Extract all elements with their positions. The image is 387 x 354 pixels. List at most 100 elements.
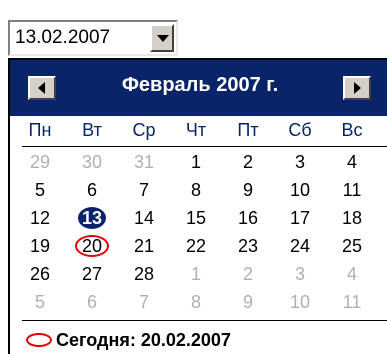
day-cell[interactable]: 7 bbox=[122, 289, 166, 315]
day-cell[interactable]: 3 bbox=[278, 261, 322, 287]
day-number: 17 bbox=[289, 208, 311, 228]
day-number: 21 bbox=[133, 236, 155, 256]
day-cell[interactable]: 9 bbox=[226, 177, 270, 203]
day-cell-today[interactable]: 20 bbox=[70, 233, 114, 259]
day-number: 24 bbox=[289, 236, 311, 256]
day-number: 16 bbox=[237, 208, 259, 228]
day-number: 11 bbox=[342, 180, 362, 200]
day-number: 2 bbox=[242, 264, 253, 284]
day-number: 11 bbox=[342, 292, 362, 312]
day-number: 7 bbox=[138, 180, 149, 200]
day-number: 15 bbox=[185, 208, 207, 228]
day-number: 20 bbox=[74, 235, 110, 257]
day-number: 4 bbox=[346, 152, 357, 172]
day-cell[interactable]: 7 bbox=[122, 177, 166, 203]
day-number: 10 bbox=[289, 180, 311, 200]
weekday-label: Пн bbox=[28, 120, 52, 140]
day-cell[interactable]: 4 bbox=[330, 149, 374, 175]
calendar-header: Февраль 2007 г. bbox=[10, 60, 387, 116]
day-number: 8 bbox=[190, 292, 201, 312]
day-number: 9 bbox=[242, 180, 253, 200]
day-cell[interactable]: 6 bbox=[70, 289, 114, 315]
day-cell[interactable]: 18 bbox=[330, 205, 374, 231]
date-combo-value: 13.02.2007 bbox=[15, 27, 111, 48]
day-cell[interactable]: 2 bbox=[226, 149, 270, 175]
today-label: Сегодня: 20.02.2007 bbox=[56, 329, 231, 350]
previous-month-button[interactable] bbox=[28, 76, 56, 100]
day-cell[interactable]: 10 bbox=[278, 289, 322, 315]
day-number: 25 bbox=[341, 236, 363, 256]
day-cell[interactable]: 6 bbox=[70, 177, 114, 203]
day-number: 1 bbox=[190, 152, 201, 172]
weekday-header-row: Пн Вт Ср Чт Пт Сб Вс bbox=[10, 120, 387, 146]
day-number: 6 bbox=[86, 292, 97, 312]
day-number: 10 bbox=[289, 292, 311, 312]
day-cell[interactable]: 25 bbox=[330, 233, 374, 259]
day-cell[interactable]: 30 bbox=[70, 149, 114, 175]
day-cell[interactable]: 12 bbox=[18, 205, 62, 231]
day-number: 19 bbox=[29, 236, 51, 256]
day-number: 22 bbox=[185, 236, 207, 256]
weekday-label: Ср bbox=[132, 120, 156, 140]
day-number: 2 bbox=[242, 152, 253, 172]
day-cell[interactable]: 21 bbox=[122, 233, 166, 259]
day-number: 12 bbox=[29, 208, 51, 228]
day-cell[interactable]: 5 bbox=[18, 177, 62, 203]
day-number: 9 bbox=[242, 292, 253, 312]
day-cell[interactable]: 2 bbox=[226, 261, 270, 287]
day-number: 30 bbox=[81, 152, 103, 172]
day-number: 5 bbox=[34, 292, 45, 312]
weekday-label: Вс bbox=[341, 120, 363, 140]
day-cell[interactable]: 9 bbox=[226, 289, 270, 315]
day-cell[interactable]: 4 bbox=[330, 261, 374, 287]
day-number: 23 bbox=[237, 236, 259, 256]
weekday-label: Вт bbox=[82, 120, 102, 140]
day-cell[interactable]: 3 bbox=[278, 149, 322, 175]
day-cell[interactable]: 5 bbox=[18, 289, 62, 315]
day-number: 29 bbox=[29, 152, 51, 172]
weekday-label: Чт bbox=[185, 120, 207, 140]
day-cell[interactable]: 24 bbox=[278, 233, 322, 259]
day-cell[interactable]: 11 bbox=[330, 289, 374, 315]
day-number: 1 bbox=[190, 264, 201, 284]
day-number: 6 bbox=[86, 180, 97, 200]
calendar-dropdown: Февраль 2007 г. Пн Вт Ср Чт Пт Сб Вс 29 30 31 1 2 3… bbox=[8, 58, 387, 354]
day-cell[interactable]: 1 bbox=[174, 149, 218, 175]
day-cell[interactable]: 26 bbox=[18, 261, 62, 287]
day-number: 26 bbox=[29, 264, 51, 284]
next-month-button[interactable] bbox=[343, 76, 371, 100]
day-cell[interactable]: 10 bbox=[278, 177, 322, 203]
day-number: 3 bbox=[294, 152, 305, 172]
day-cell[interactable]: 28 bbox=[122, 261, 166, 287]
day-cell[interactable]: 27 bbox=[70, 261, 114, 287]
day-cell[interactable]: 31 bbox=[122, 149, 166, 175]
dropdown-arrow-button[interactable] bbox=[150, 24, 174, 52]
date-combo[interactable]: 13.02.2007 bbox=[8, 20, 178, 56]
day-cell[interactable]: 1 bbox=[174, 261, 218, 287]
day-cell[interactable]: 17 bbox=[278, 205, 322, 231]
day-cell[interactable]: 29 bbox=[18, 149, 62, 175]
today-divider bbox=[22, 320, 387, 321]
day-cell[interactable]: 11 bbox=[330, 177, 374, 203]
day-number: 7 bbox=[138, 292, 149, 312]
today-circle-icon bbox=[26, 333, 52, 347]
day-number: 18 bbox=[341, 208, 363, 228]
day-cell[interactable]: 15 bbox=[174, 205, 218, 231]
day-number: 3 bbox=[294, 264, 305, 284]
today-button[interactable]: Сегодня: 20.02.2007 bbox=[26, 328, 231, 352]
day-number: 31 bbox=[133, 152, 155, 172]
day-cell-selected[interactable]: 13 bbox=[70, 205, 114, 231]
day-cell[interactable]: 8 bbox=[174, 177, 218, 203]
day-number: 13 bbox=[77, 207, 107, 229]
day-cell[interactable]: 16 bbox=[226, 205, 270, 231]
month-title: Февраль 2007 г. bbox=[121, 74, 279, 96]
day-cell[interactable]: 22 bbox=[174, 233, 218, 259]
day-cell[interactable]: 8 bbox=[174, 289, 218, 315]
day-cell[interactable]: 14 bbox=[122, 205, 166, 231]
day-cell[interactable]: 23 bbox=[226, 233, 270, 259]
day-number: 28 bbox=[133, 264, 155, 284]
weekday-label: Сб bbox=[288, 120, 312, 140]
day-cell[interactable]: 19 bbox=[18, 233, 62, 259]
weekday-divider bbox=[22, 146, 387, 147]
day-number: 5 bbox=[34, 180, 45, 200]
